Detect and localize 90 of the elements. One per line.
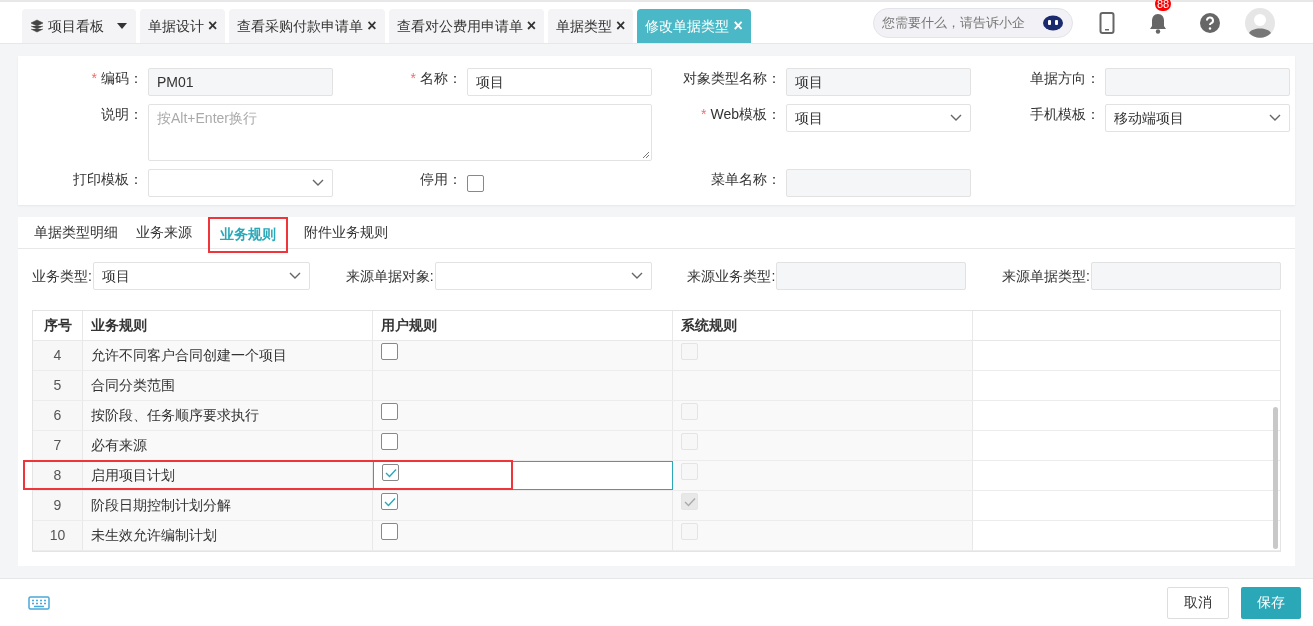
checkbox[interactable] — [381, 433, 398, 450]
field-label: 名称： — [420, 69, 462, 88]
assistant-search-field[interactable]: 您需要什么，请告诉小企 — [873, 7, 1073, 38]
select-field[interactable]: 项目 — [786, 104, 971, 132]
tab-label: 查看对公费用申请单 — [396, 16, 523, 36]
close-button[interactable]: × — [526, 18, 537, 34]
chevron-down-icon — [288, 272, 301, 280]
column-header: 业务规则 — [83, 311, 373, 340]
tab[interactable]: 单据设计 × — [140, 9, 226, 43]
column-header: 用户规则 — [373, 311, 673, 340]
field-label: 手机模板： — [1030, 105, 1100, 124]
readonly-field[interactable] — [776, 262, 967, 290]
cancel-button[interactable]: 取消 — [1167, 586, 1229, 619]
tab[interactable]: 业务来源 — [134, 216, 194, 249]
field-label: 编码： — [101, 69, 143, 88]
checkbox[interactable] — [467, 174, 484, 192]
chevron-down-icon — [1269, 114, 1281, 122]
checkbox[interactable] — [381, 403, 398, 420]
row-number-cell: 7 — [33, 431, 83, 460]
chevron-down-icon — [630, 272, 643, 280]
checkbox[interactable] — [382, 464, 399, 481]
filter-label: 业务类型: — [32, 266, 92, 286]
table-cell: 按阶段、任务顺序要求执行 — [83, 401, 373, 430]
tab-label: 单据设计 — [148, 16, 204, 36]
field-label: 单据方向： — [1030, 69, 1100, 88]
readonly-field[interactable] — [786, 169, 971, 197]
bell-icon[interactable] — [1148, 11, 1168, 34]
column-header: 序号 — [33, 311, 83, 340]
tab-label: 修改单据类型 — [645, 16, 730, 36]
help-icon[interactable] — [1199, 11, 1221, 34]
keyboard-icon[interactable] — [28, 594, 50, 611]
caret-icon — [116, 22, 128, 30]
row-number-cell: 5 — [33, 371, 83, 400]
check-icon — [384, 467, 397, 478]
field-label: 停用： — [420, 170, 462, 189]
field-label: 打印模板： — [73, 170, 143, 189]
column-header: 系统规则 — [673, 311, 973, 340]
table-cell: 合同分类范围 — [83, 371, 373, 400]
select-field[interactable]: 项目 — [92, 262, 310, 290]
row-number-cell: 10 — [33, 521, 83, 550]
field-label: Web模板： — [710, 105, 781, 124]
required-mark: * — [91, 69, 97, 88]
user-rule-cell[interactable] — [373, 461, 673, 490]
chevron-down-icon — [950, 114, 962, 122]
required-mark: * — [410, 69, 416, 88]
required-mark: * — [701, 105, 707, 124]
readonly-field[interactable] — [1105, 68, 1290, 96]
close-button[interactable]: × — [208, 18, 218, 34]
table-cell: 未生效允许编制计划 — [83, 521, 373, 550]
row-number-cell: 6 — [33, 401, 83, 430]
field-label: 菜单名称： — [711, 170, 781, 189]
tab[interactable]: 单据类型 × — [548, 9, 634, 43]
table-cell: 允许不同客户合同创建一个项目 — [83, 341, 373, 370]
select-field[interactable]: 移动端项目 — [1105, 104, 1290, 132]
table-cell: 必有来源 — [83, 431, 373, 460]
tab[interactable]: 项目看板 — [22, 9, 136, 43]
checkbox[interactable] — [381, 523, 398, 540]
mobile-icon[interactable] — [1099, 11, 1115, 34]
tab[interactable]: 单据类型明细 — [32, 216, 120, 249]
readonly-field[interactable] — [1091, 262, 1281, 290]
chevron-down-icon — [312, 179, 324, 187]
tab[interactable]: 附件业务规则 — [302, 216, 390, 249]
readonly-field[interactable]: PM01 — [148, 68, 333, 96]
checkbox[interactable] — [381, 343, 398, 360]
tab[interactable]: 查看采购付款申请单 × — [229, 9, 385, 43]
resize-handle-icon — [642, 151, 650, 159]
field-label: 说明： — [101, 105, 143, 124]
input-field[interactable]: 项目 — [467, 68, 652, 96]
check-icon — [383, 496, 396, 507]
table-cell: 阶段日期控制计划分解 — [83, 491, 373, 520]
field-label: 对象类型名称： — [683, 69, 781, 88]
filter-label: 来源单据对象: — [345, 266, 434, 286]
select-field[interactable] — [434, 262, 652, 290]
checkbox[interactable] — [381, 493, 398, 510]
close-button[interactable]: × — [367, 18, 377, 34]
tab-label: 单据类型 — [556, 16, 613, 36]
close-button[interactable]: × — [616, 18, 626, 34]
readonly-field[interactable]: 项目 — [786, 68, 971, 96]
select-field[interactable] — [148, 169, 333, 197]
notification-badge: 88 — [1155, 0, 1172, 11]
row-number-cell: 9 — [33, 491, 83, 520]
tab-label: 查看采购付款申请单 — [237, 16, 364, 36]
robot-icon — [1042, 14, 1064, 31]
tab-label: 项目看板 — [48, 16, 104, 36]
row-number-cell: 4 — [33, 341, 83, 370]
filter-label: 来源单据类型: — [1002, 266, 1090, 286]
filter-label: 来源业务类型: — [687, 266, 776, 286]
layers-icon — [30, 19, 44, 33]
tab[interactable]: 查看对公费用申请单 × — [388, 9, 545, 43]
avatar-icon[interactable] — [1245, 7, 1275, 38]
